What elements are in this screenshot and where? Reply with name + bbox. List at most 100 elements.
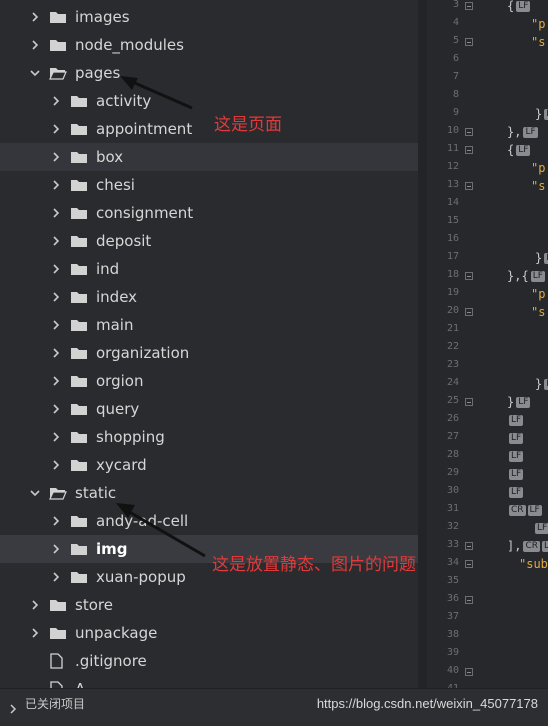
code-line[interactable]: }L [535,107,548,121]
fold-toggle-icon[interactable] [465,146,473,154]
fold-toggle-icon[interactable] [465,596,473,604]
chevron-right-icon[interactable] [50,571,62,583]
code-line[interactable]: }L [535,377,548,391]
tree-item-andy-ad-cell[interactable]: andy-ad-cell [0,507,418,535]
fold-toggle-icon[interactable] [465,182,473,190]
chevron-right-icon[interactable] [29,599,41,611]
fold-toggle-icon[interactable] [465,398,473,406]
chevron-right-icon[interactable] [50,151,62,163]
code-editor[interactable]: 3 4 5 6 7 8 9 10 11 12 13 14 15 16 17 18 19 20 21 22 23 24 25 2… [427,0,548,688]
tree-item-images[interactable]: images [0,3,418,31]
line-number: 27 [446,431,459,442]
tree-item-activity[interactable]: activity [0,87,418,115]
tree-item-xycard[interactable]: xycard [0,451,418,479]
code-line[interactable]: }, LF [507,125,538,139]
code-line[interactable]: "s [531,179,545,193]
chevron-right-icon[interactable] [50,543,62,555]
tree-item-ind[interactable]: ind [0,255,418,283]
tree-item-store[interactable]: store [0,591,418,619]
code-line[interactable]: "p [531,287,545,301]
folder-icon [70,289,88,305]
folder-icon [70,457,88,473]
line-number: 18 [446,269,459,280]
code-line[interactable]: "s [531,35,545,49]
code-line[interactable]: CR LF [507,503,542,517]
code-line[interactable]: LF [507,449,524,463]
tree-item-node-modules[interactable]: node_modules [0,31,418,59]
tree-item-box[interactable]: box [0,143,418,171]
chevron-right-icon[interactable] [50,235,62,247]
fold-toggle-icon[interactable] [465,272,473,280]
tree-item-label: pages [75,64,121,82]
chevron-right-icon[interactable] [50,263,62,275]
fold-toggle-icon[interactable] [465,128,473,136]
code-line[interactable]: } LF [507,395,531,409]
tree-item-label: shopping [96,428,165,446]
chevron-right-icon[interactable] [29,39,41,51]
tree-item-pages[interactable]: pages [0,59,418,87]
chevron-right-icon[interactable] [50,319,62,331]
fold-toggle-icon[interactable] [465,560,473,568]
tree-item-gitignore[interactable]: .gitignore [0,647,418,675]
code-line[interactable]: "p [531,161,545,175]
fold-toggle-icon[interactable] [465,668,473,676]
tree-item-index[interactable]: index [0,283,418,311]
tree-item-unpackage[interactable]: unpackage [0,619,418,647]
chevron-right-icon[interactable] [50,179,62,191]
line-ending-badge: LF [523,127,538,138]
code-line[interactable]: LF [507,431,524,445]
chevron-right-icon[interactable] [50,431,62,443]
code-line[interactable]: ], CR L [507,539,548,553]
chevron-right-icon[interactable] [29,627,41,639]
tree-item-chesi[interactable]: chesi [0,171,418,199]
code-line[interactable]: LF [533,521,548,535]
fold-toggle-icon[interactable] [465,542,473,550]
code-line[interactable]: }L [535,251,548,265]
chevron-down-icon[interactable] [29,67,41,79]
tree-item-orgion[interactable]: orgion [0,367,418,395]
chevron-right-icon[interactable] [50,95,62,107]
line-number: 15 [446,215,459,226]
code-line[interactable]: LF [507,467,524,481]
line-number: 13 [446,179,459,190]
tree-item-query[interactable]: query [0,395,418,423]
closed-projects-label[interactable]: 已关闭项目 [25,695,85,712]
chevron-right-icon[interactable] [9,699,17,718]
tree-item-static[interactable]: static [0,479,418,507]
chevron-right-icon[interactable] [50,459,62,471]
tree-item-appointment[interactable]: appointment [0,115,418,143]
code-line[interactable]: LF [507,485,524,499]
code-line[interactable]: {LF [507,143,531,157]
tree-item-label: node_modules [75,36,184,54]
tree-item-organization[interactable]: organization [0,339,418,367]
tree-item-shopping[interactable]: shopping [0,423,418,451]
line-ending-badge: LF [527,505,542,516]
fold-toggle-icon[interactable] [465,2,473,10]
chevron-down-icon[interactable] [29,487,41,499]
code-line[interactable]: },{LF [507,269,545,283]
chevron-right-icon[interactable] [50,375,62,387]
line-ending-badge: L [544,379,548,390]
chevron-right-icon[interactable] [29,11,41,23]
chevron-right-icon[interactable] [50,291,62,303]
chevron-right-icon[interactable] [50,347,62,359]
code-line[interactable]: "p [531,17,545,31]
code-line[interactable]: "s [531,305,545,319]
code-line[interactable]: {LF [507,0,531,13]
tree-item-consignment[interactable]: consignment [0,199,418,227]
chevron-right-icon[interactable] [50,515,62,527]
chevron-right-icon[interactable] [50,207,62,219]
panel-divider[interactable] [418,0,427,688]
chevron-right-icon[interactable] [50,403,62,415]
line-number: 35 [446,575,459,586]
fold-toggle-icon[interactable] [465,38,473,46]
fold-toggle-icon[interactable] [465,308,473,316]
code-line[interactable]: LF [507,413,524,427]
tree-item-deposit[interactable]: deposit [0,227,418,255]
chevron-right-icon[interactable] [50,123,62,135]
tree-item-a[interactable]: A [0,675,418,688]
tree-item-label: .gitignore [75,652,147,670]
folder-icon [70,401,88,417]
tree-item-main[interactable]: main [0,311,418,339]
code-line[interactable]: "sub [519,557,548,571]
